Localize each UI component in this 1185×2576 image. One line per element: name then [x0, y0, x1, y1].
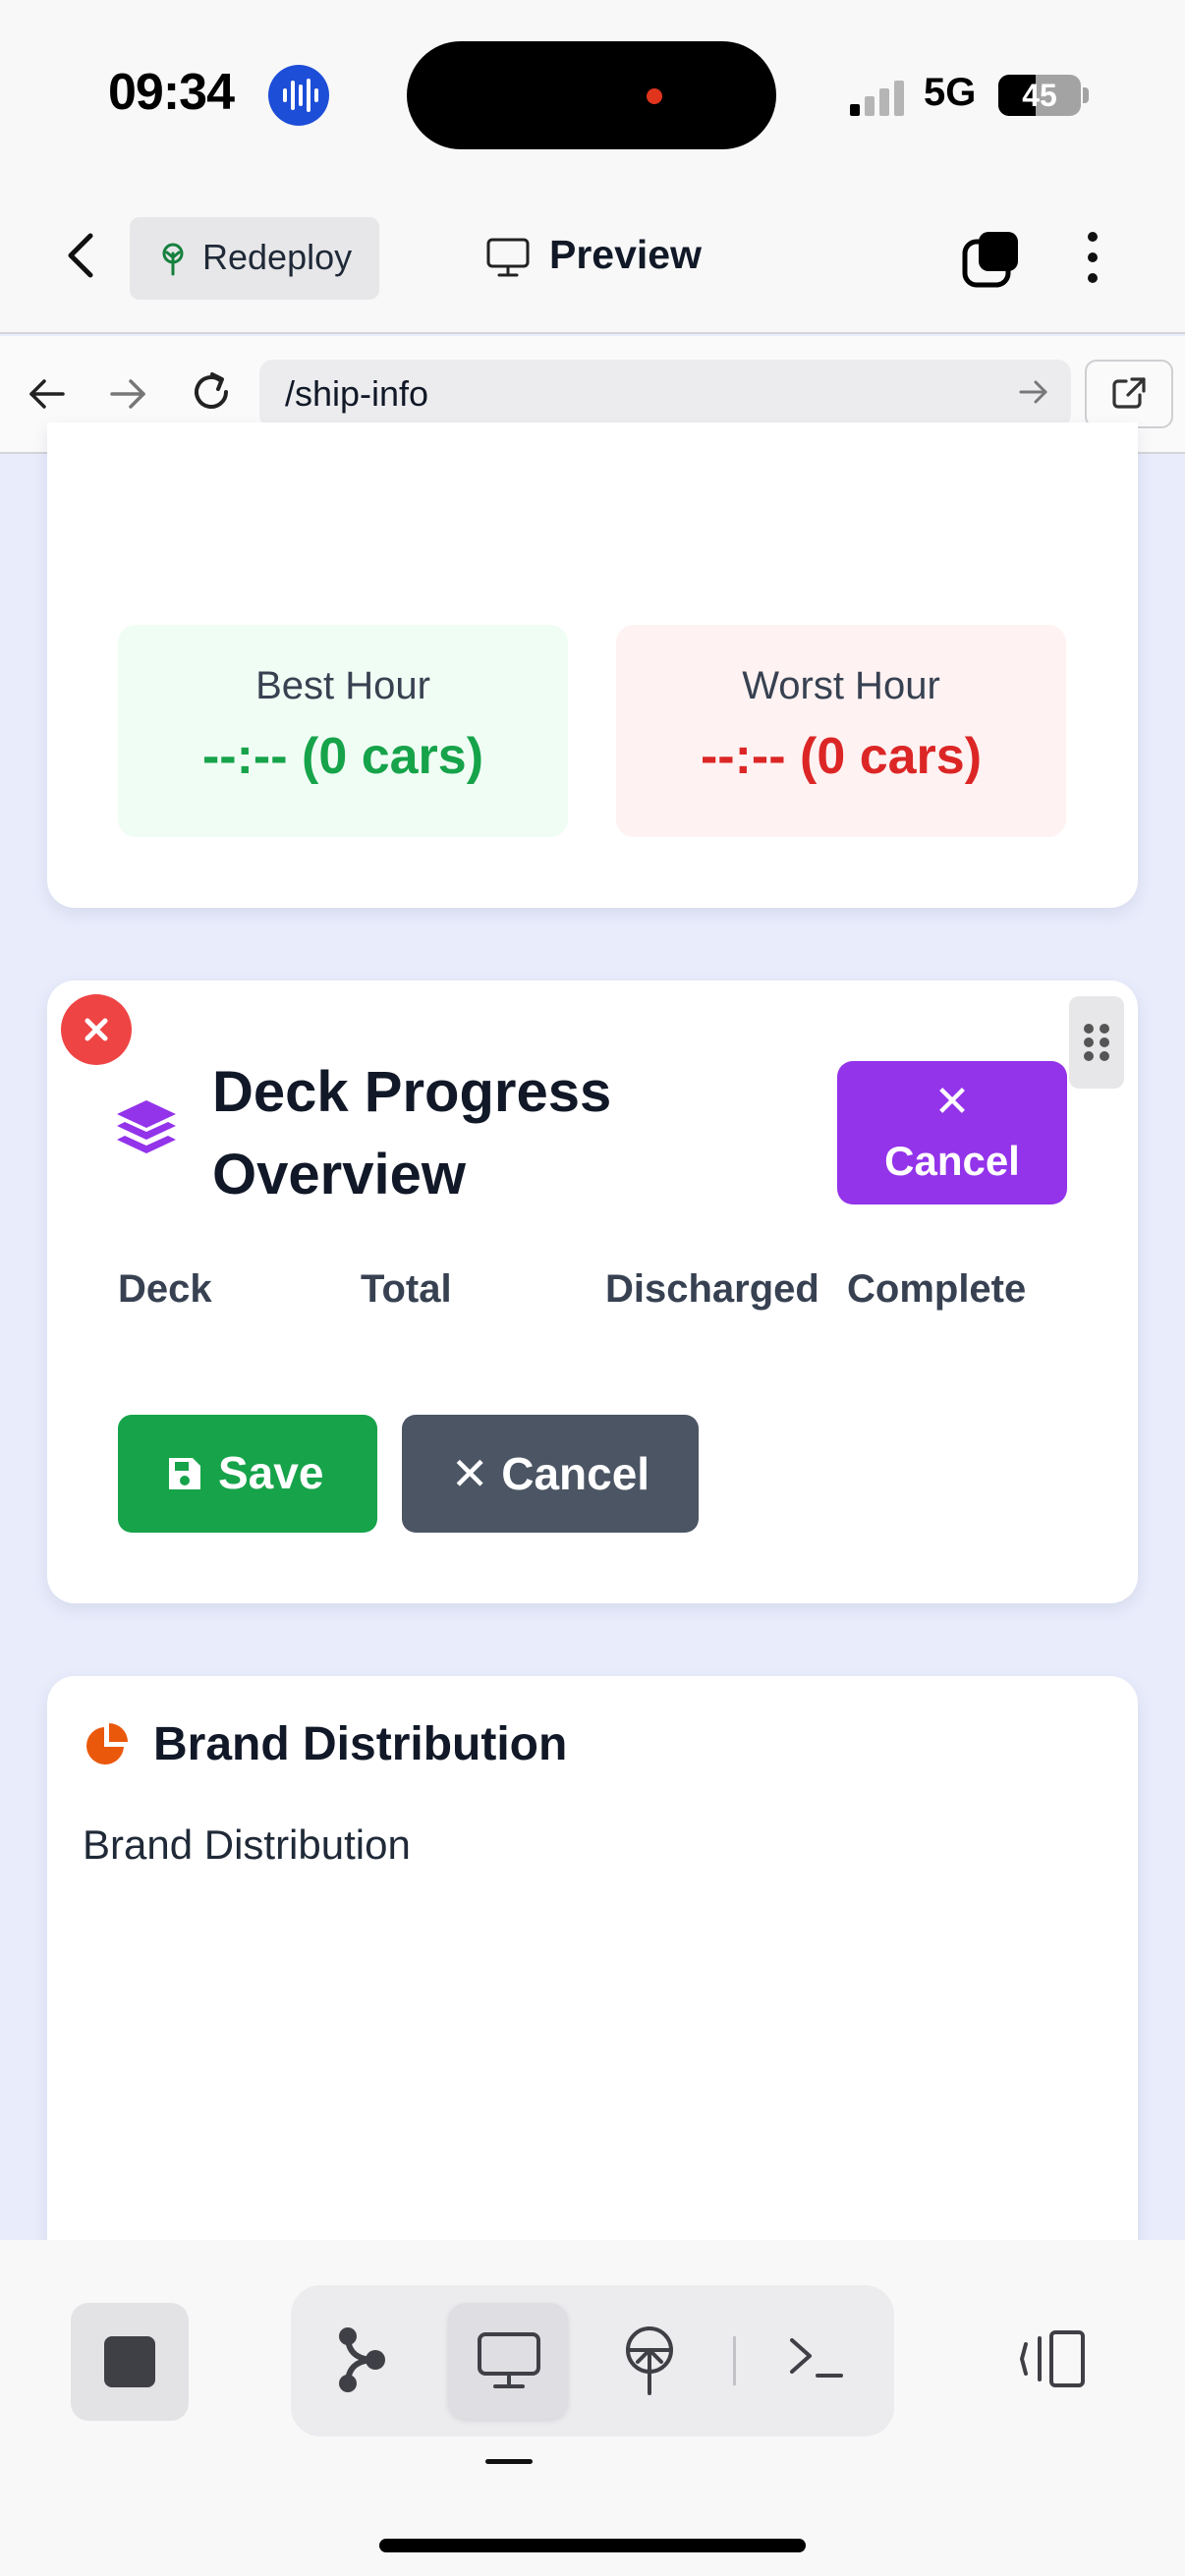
- camera-indicator-dot: [647, 88, 662, 104]
- sidebar-toggle-icon[interactable]: [1018, 2328, 1089, 2394]
- remove-widget-button[interactable]: [61, 994, 132, 1065]
- deploy-icon[interactable]: [621, 2326, 678, 2402]
- drag-handle[interactable]: [1069, 996, 1124, 1089]
- close-icon: [85, 1018, 108, 1041]
- battery-icon: 45: [998, 75, 1081, 116]
- battery-tip: [1083, 87, 1089, 103]
- battery-label: 45: [1022, 78, 1057, 113]
- deck-progress-title: Deck Progress Overview: [212, 1060, 612, 1206]
- cancel-button-label: ✕ Cancel: [450, 1448, 650, 1499]
- url-text: /ship-info: [285, 373, 429, 414]
- more-vertical-icon[interactable]: [1081, 228, 1104, 294]
- graph-icon[interactable]: [334, 2324, 393, 2400]
- column-header-deck: Deck: [118, 1267, 212, 1311]
- cancel-edit-widget-button[interactable]: ✕ Cancel: [837, 1061, 1067, 1204]
- home-indicator: [379, 2539, 806, 2552]
- best-hour-label: Best Hour: [255, 664, 430, 707]
- cancel-button[interactable]: ✕ Cancel: [402, 1415, 699, 1533]
- preview-tab[interactable]: Preview: [549, 232, 702, 278]
- browser-forward-icon[interactable]: [108, 377, 147, 416]
- external-link-icon: [1112, 377, 1146, 409]
- pie-chart-icon: [83, 1721, 130, 1773]
- worst-hour-box: Worst Hour --:-- (0 cars): [616, 625, 1066, 837]
- dynamic-island: [407, 41, 776, 149]
- close-icon: ✕: [933, 1078, 971, 1126]
- voice-recording-icon: [268, 65, 329, 126]
- monitor-icon: [485, 237, 531, 283]
- best-hour-value: --:-- (0 cars): [201, 728, 484, 785]
- status-time: 09:34: [108, 64, 235, 121]
- network-type: 5G: [924, 71, 977, 114]
- grip-icon: [1084, 1024, 1109, 1061]
- tool-separator: [733, 2336, 736, 2385]
- brand-distribution-subtitle: Brand Distribution: [83, 1821, 411, 1868]
- reload-icon[interactable]: [189, 369, 234, 420]
- floppy-disk-icon: [165, 1454, 204, 1498]
- cancel-label: Cancel: [884, 1138, 1020, 1184]
- stop-icon: [104, 2336, 155, 2387]
- url-go-icon[interactable]: [1018, 378, 1049, 411]
- back-button[interactable]: [59, 226, 104, 285]
- terminal-icon[interactable]: [786, 2330, 847, 2390]
- worst-hour-value: --:-- (0 cars): [700, 728, 983, 785]
- signal-icon: [850, 79, 909, 121]
- monitor-icon: [476, 2330, 542, 2396]
- layers-icon: [114, 1098, 179, 1166]
- tabs-icon[interactable]: [961, 228, 1024, 296]
- column-header-complete: Complete: [847, 1267, 1027, 1311]
- column-header-total: Total: [361, 1267, 452, 1311]
- redeploy-label: Redeploy: [202, 237, 353, 277]
- worst-hour-label: Worst Hour: [742, 664, 940, 707]
- tree-icon: [155, 241, 191, 281]
- open-external-button[interactable]: [1085, 360, 1173, 428]
- browser-back-icon[interactable]: [28, 377, 67, 416]
- best-hour-box: Best Hour --:-- (0 cars): [118, 625, 568, 837]
- brand-distribution-title: Brand Distribution: [153, 1718, 568, 1770]
- active-tab-indicator: [485, 2459, 533, 2464]
- column-header-discharged: Discharged: [605, 1267, 819, 1311]
- save-label: Save: [218, 1447, 324, 1498]
- chevron-left-icon: [68, 233, 93, 278]
